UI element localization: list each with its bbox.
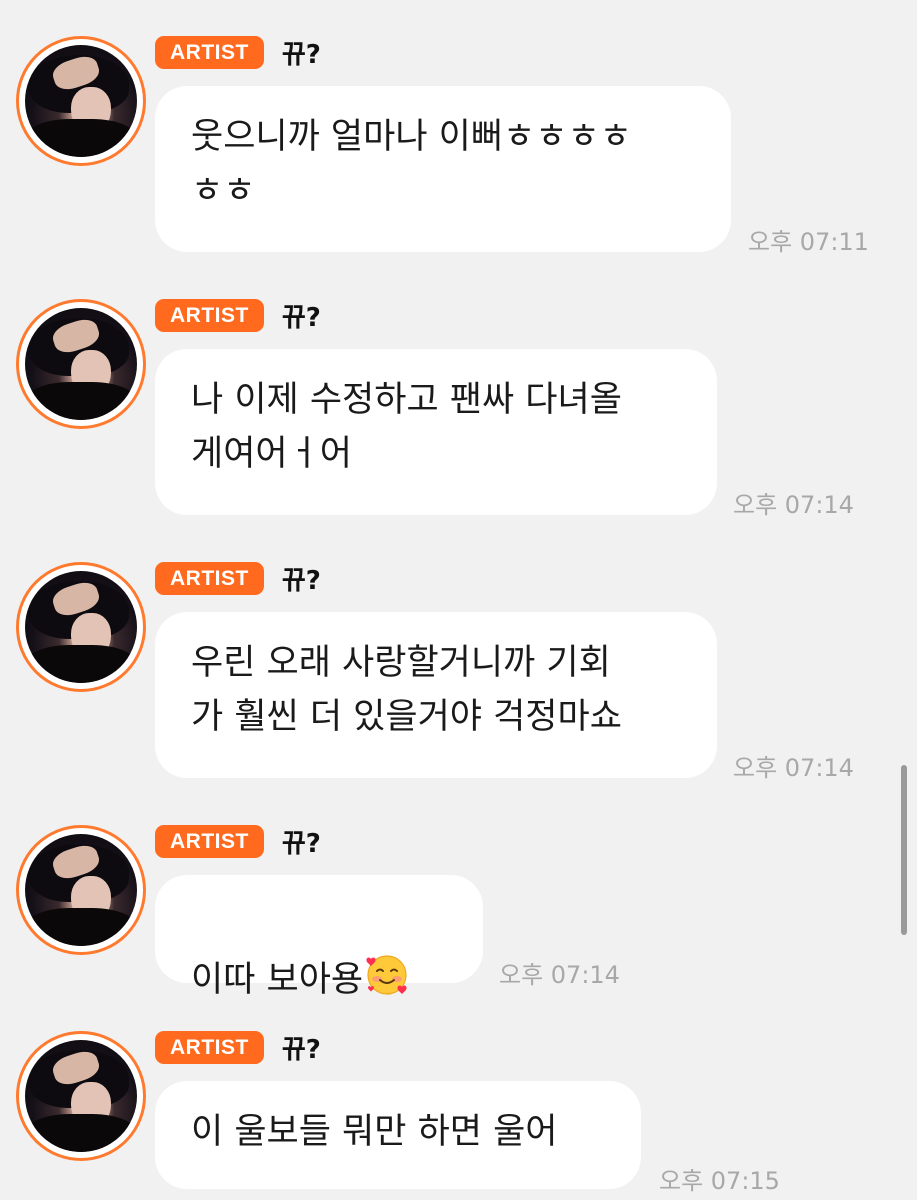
message-bubble[interactable]: 웃으니까 얼마나 이뻐ㅎㅎㅎㅎ ㅎㅎ [155, 86, 731, 252]
scrollbar[interactable] [901, 765, 907, 935]
message-time: 오후 07:15 [659, 1167, 780, 1195]
sender-name[interactable]: 뀨? [282, 1029, 321, 1066]
profile-photo [25, 571, 137, 683]
message-time: 오후 07:14 [733, 491, 854, 519]
sender-name[interactable]: 뀨? [282, 560, 321, 597]
message-bubble[interactable]: 이따 보아용 [155, 875, 483, 1000]
profile-photo [25, 1040, 137, 1152]
message-header: ARTIST 뀨? [155, 823, 321, 860]
message-time: 오후 07:14 [499, 961, 620, 989]
message-time: 오후 07:11 [748, 228, 869, 256]
message-bubble[interactable]: 나 이제 수정하고 팬싸 다녀올 게여어ㅓ어 [155, 349, 717, 515]
message-bubble[interactable]: 이 울보들 뭐만 하면 울어 [155, 1081, 641, 1189]
artist-avatar[interactable] [16, 562, 146, 692]
chat-message: ARTIST 뀨? 나 이제 수정하고 팬싸 다녀올 게여어ㅓ어 오후 07:1… [0, 299, 917, 529]
artist-badge: ARTIST [155, 299, 264, 332]
message-header: ARTIST 뀨? [155, 1029, 321, 1066]
smiling-face-with-hearts-icon [366, 955, 407, 995]
artist-badge: ARTIST [155, 562, 264, 595]
artist-avatar[interactable] [16, 1031, 146, 1161]
message-time: 오후 07:14 [733, 754, 854, 782]
chat-message: ARTIST 뀨? 이따 보아용 오후 07:14 [0, 823, 917, 1000]
profile-photo [25, 45, 137, 157]
chat-message: ARTIST 뀨? 이 울보들 뭐만 하면 울어 오후 07:15 [0, 1031, 917, 1200]
sender-name[interactable]: 뀨? [282, 34, 321, 71]
artist-avatar[interactable] [16, 36, 146, 166]
message-header: ARTIST 뀨? [155, 297, 321, 334]
artist-badge: ARTIST [155, 1031, 264, 1064]
chat-message: ARTIST 뀨? 우린 오래 사랑할거니까 기회 가 훨씬 더 있을거야 걱정… [0, 562, 917, 792]
message-header: ARTIST 뀨? [155, 560, 321, 597]
message-header: ARTIST 뀨? [155, 34, 321, 71]
artist-badge: ARTIST [155, 36, 264, 69]
sender-name[interactable]: 뀨? [282, 297, 321, 334]
artist-avatar[interactable] [16, 299, 146, 429]
message-bubble[interactable]: 우린 오래 사랑할거니까 기회 가 훨씬 더 있을거야 걱정마쇼 [155, 612, 717, 778]
sender-name[interactable]: 뀨? [282, 823, 321, 860]
profile-photo [25, 308, 137, 420]
profile-photo [25, 834, 137, 946]
artist-avatar[interactable] [16, 825, 146, 955]
message-text: 이따 보아용 [191, 960, 364, 1000]
artist-badge: ARTIST [155, 825, 264, 858]
chat-message: ARTIST 뀨? 웃으니까 얼마나 이뻐ㅎㅎㅎㅎ ㅎㅎ 오후 07:11 [0, 36, 917, 266]
